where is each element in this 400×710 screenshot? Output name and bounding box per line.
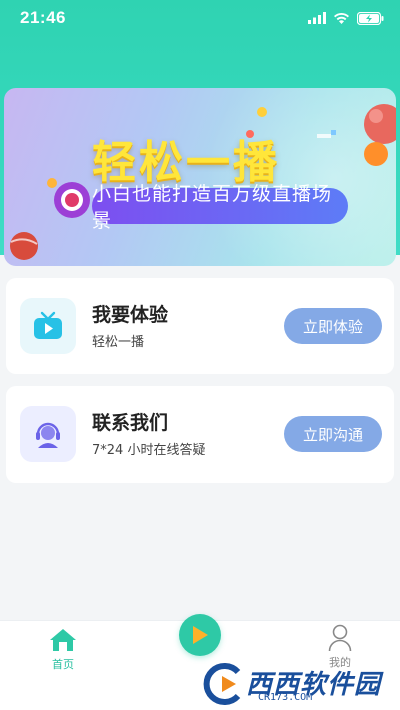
- experience-card[interactable]: 我要体验 轻松一播 立即体验: [6, 278, 394, 374]
- tab-live-play-button[interactable]: [179, 614, 221, 656]
- wifi-icon: [334, 12, 349, 24]
- tab-home-label: 首页: [52, 658, 74, 671]
- play-icon: [193, 626, 208, 644]
- card-title: 联系我们: [92, 412, 169, 434]
- site-watermark: 西西软件园 CR173.COM: [200, 660, 396, 706]
- contact-now-button[interactable]: 立即沟通: [284, 416, 382, 452]
- system-icons: [308, 11, 384, 25]
- banner-subtitle: 小白也能打造百万级直播场景: [92, 183, 348, 232]
- card-subtitle: 7*24 小时在线答疑: [92, 443, 206, 458]
- customer-service-icon: [20, 406, 76, 462]
- home-icon: [50, 629, 76, 651]
- promo-banner[interactable]: 轻松一播 小白也能打造百万级直播场景: [4, 88, 396, 266]
- card-title: 我要体验: [92, 304, 169, 326]
- watermark-logo-icon: [203, 663, 241, 705]
- battery-charging-icon: [357, 11, 384, 25]
- tv-play-icon: [20, 298, 76, 354]
- tab-home[interactable]: 首页: [43, 628, 83, 672]
- watermark-url: CR173.COM: [258, 692, 313, 703]
- card-subtitle: 轻松一播: [92, 335, 145, 350]
- try-now-button[interactable]: 立即体验: [284, 308, 382, 344]
- signal-icon: [308, 12, 326, 24]
- user-icon: [328, 624, 352, 652]
- contact-card[interactable]: 联系我们 7*24 小时在线答疑 立即沟通: [6, 386, 394, 483]
- status-time: 21:46: [20, 8, 66, 27]
- status-bar: 21:46: [0, 0, 400, 36]
